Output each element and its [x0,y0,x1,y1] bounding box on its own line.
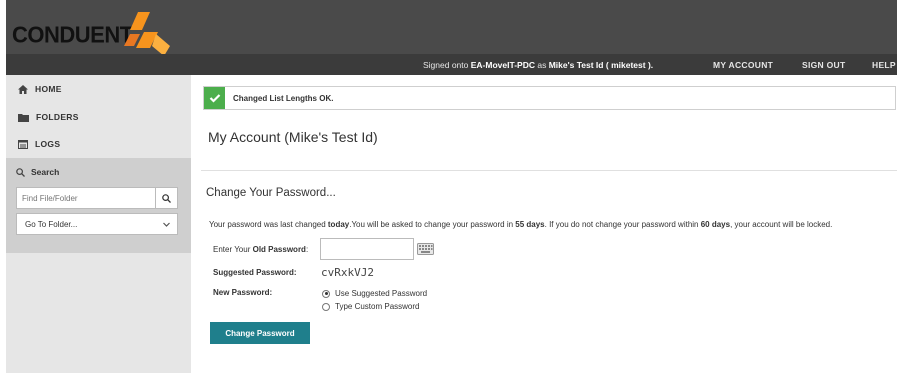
sidebar-item-logs[interactable]: LOGS [6,131,191,157]
server-name: EA-MoveIT-PDC [470,60,535,70]
radio-button-checked[interactable] [322,289,330,298]
search-icon [162,193,171,203]
success-alert: Changed List Lengths OK. [203,86,896,110]
sidebar-item-home[interactable]: HOME [6,76,191,102]
suggested-password-value: cvRxkVJ2 [321,266,374,279]
search-input[interactable] [17,188,155,208]
sidebar: HOME FOLDERS LOGS Search Go To Folder... [6,75,191,373]
old-password-label: Enter Your Old Password: [213,245,309,254]
page-title: My Account (Mike's Test Id) [208,129,378,145]
search-panel: Search [6,158,191,253]
divider [201,170,897,171]
logs-icon [18,139,28,149]
virtual-keyboard-icon[interactable] [417,243,434,255]
user-name: Mike's Test Id [548,60,604,70]
section-title: Change Your Password... [206,187,336,199]
check-icon [204,87,225,109]
logo-text: CONDUENT [12,21,133,48]
signed-on-text: Signed onto EA-MoveIT-PDC as Mike's Test… [423,60,654,70]
old-password-input[interactable] [320,238,414,260]
radio-type-custom[interactable]: Type Custom Password [322,302,419,311]
search-button[interactable] [155,188,177,208]
logo-mark-icon [124,12,170,56]
go-to-folder-select[interactable]: Go To Folder... [16,213,178,235]
search-heading: Search [16,167,59,177]
user-id: miketest [611,60,646,70]
help-link[interactable]: HELP [872,60,896,70]
suggested-password-label: Suggested Password: [213,268,297,277]
my-account-link[interactable]: MY ACCOUNT [713,60,773,70]
sign-out-link[interactable]: SIGN OUT [802,60,846,70]
home-icon [18,84,28,94]
new-password-label: New Password: [213,288,273,297]
search-icon [16,167,25,177]
search-box [16,187,178,209]
chevron-down-icon [163,222,170,227]
radio-button[interactable] [322,302,330,311]
alert-message: Changed List Lengths OK. [233,94,334,103]
folder-icon [18,113,29,122]
radio-use-suggested[interactable]: Use Suggested Password [322,289,427,298]
change-password-button[interactable]: Change Password [210,322,310,344]
password-info-text: Your password was last changed today.You… [209,220,833,229]
sidebar-item-folders[interactable]: FOLDERS [6,104,191,130]
